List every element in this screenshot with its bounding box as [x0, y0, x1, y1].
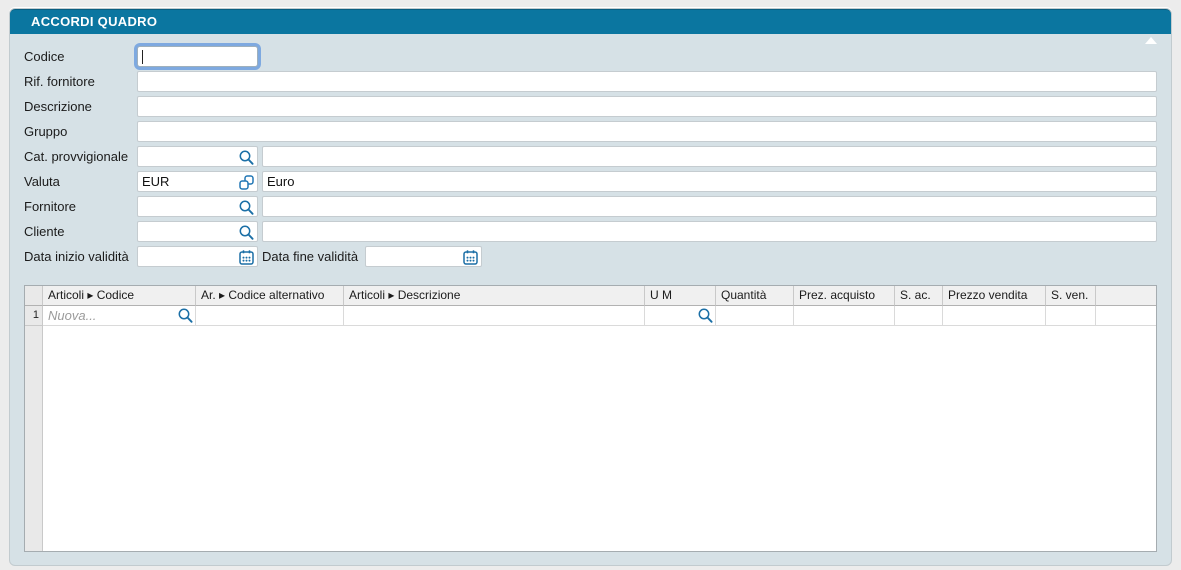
row-gruppo: Gruppo	[24, 121, 1157, 142]
s-ac-input[interactable]	[895, 306, 942, 325]
calendar-icon[interactable]	[238, 249, 255, 266]
data-fine-field[interactable]	[365, 246, 482, 267]
descrizione-field[interactable]	[137, 96, 1157, 117]
search-icon[interactable]	[238, 224, 255, 241]
cell-extra	[1096, 306, 1156, 326]
row-codice: Codice	[24, 46, 1157, 67]
grid-header-articoli-codice[interactable]: Articoli ▸ Codice	[43, 286, 196, 306]
linked-record-icon[interactable]	[238, 174, 255, 191]
cell-s-ac[interactable]	[895, 306, 943, 326]
articoli-descrizione-input[interactable]	[344, 306, 644, 325]
cliente-description-input[interactable]	[263, 222, 1156, 241]
fornitore-label: Fornitore	[24, 199, 137, 214]
row-cliente: Cliente	[24, 221, 1157, 242]
codice-field[interactable]	[137, 46, 258, 67]
gruppo-field[interactable]	[137, 121, 1157, 142]
descrizione-label: Descrizione	[24, 99, 137, 114]
grid-header-s-ven[interactable]: S. ven.	[1046, 286, 1096, 306]
row-valuta: Valuta	[24, 171, 1157, 192]
triangle-glyph	[1145, 22, 1157, 44]
row-number: 1	[25, 306, 43, 326]
grid-header-s-ac[interactable]: S. ac.	[895, 286, 943, 306]
prez-acquisto-input[interactable]	[794, 306, 894, 325]
valuta-field[interactable]	[137, 171, 258, 192]
grid-header-prezzo-vendita[interactable]: Prezzo vendita	[943, 286, 1046, 306]
gruppo-input[interactable]	[138, 122, 1156, 141]
cat-provvigionale-label: Cat. provvigionale	[24, 149, 137, 164]
search-icon[interactable]	[697, 307, 714, 324]
text-caret	[142, 50, 143, 64]
panel-title: ACCORDI QUADRO	[31, 14, 157, 29]
cell-quantita[interactable]	[716, 306, 794, 326]
form-fields: Codice Rif. fornitore Descrizione Gruppo	[24, 46, 1157, 271]
prezzo-vendita-input[interactable]	[943, 306, 1045, 325]
cell-um[interactable]	[645, 306, 716, 326]
grid-body-empty-area[interactable]	[43, 326, 1156, 551]
articoli-grid: Articoli ▸ Codice Ar. ▸ Codice alternati…	[24, 285, 1157, 552]
search-icon[interactable]	[238, 199, 255, 216]
fornitore-description-input[interactable]	[263, 197, 1156, 216]
fornitore-description-field[interactable]	[262, 196, 1157, 217]
s-ven-input[interactable]	[1046, 306, 1095, 325]
cat-provvigionale-description-input[interactable]	[263, 147, 1156, 166]
accordi-quadro-panel: ACCORDI QUADRO Codice Rif. fornitore Des…	[9, 8, 1172, 566]
cat-provvigionale-field[interactable]	[137, 146, 258, 167]
fornitore-field[interactable]	[137, 196, 258, 217]
grid-header-extra	[1096, 286, 1156, 306]
row-descrizione: Descrizione	[24, 96, 1157, 117]
row-cat-provvigionale: Cat. provvigionale	[24, 146, 1157, 167]
panel-header: ACCORDI QUADRO	[10, 9, 1171, 34]
row-fornitore: Fornitore	[24, 196, 1157, 217]
data-inizio-field[interactable]	[137, 246, 258, 267]
cell-codice-alternativo[interactable]	[196, 306, 344, 326]
calendar-icon[interactable]	[462, 249, 479, 266]
search-icon[interactable]	[238, 149, 255, 166]
cell-articoli-descrizione[interactable]	[344, 306, 645, 326]
data-inizio-label: Data inizio validità	[24, 249, 137, 264]
collapse-up-icon[interactable]	[1145, 18, 1159, 28]
grid-header-prez-acquisto[interactable]: Prez. acquisto	[794, 286, 895, 306]
quantita-input[interactable]	[716, 306, 793, 325]
row-rif-fornitore: Rif. fornitore	[24, 71, 1157, 92]
grid-header-um[interactable]: U M	[645, 286, 716, 306]
articoli-codice-input[interactable]	[43, 306, 195, 325]
cell-s-ven[interactable]	[1046, 306, 1096, 326]
cell-prezzo-vendita[interactable]	[943, 306, 1046, 326]
rif-fornitore-input[interactable]	[138, 72, 1156, 91]
cat-provvigionale-description-field[interactable]	[262, 146, 1157, 167]
cliente-field[interactable]	[137, 221, 258, 242]
codice-input[interactable]	[138, 47, 257, 66]
grid-header-gutter	[25, 286, 43, 306]
codice-label: Codice	[24, 49, 137, 64]
rif-fornitore-field[interactable]	[137, 71, 1157, 92]
descrizione-input[interactable]	[138, 97, 1156, 116]
search-icon[interactable]	[177, 307, 194, 324]
cell-prez-acquisto[interactable]	[794, 306, 895, 326]
grid-header-quantita[interactable]: Quantità	[716, 286, 794, 306]
valuta-description-input[interactable]	[263, 172, 1156, 191]
cell-articoli-codice[interactable]	[43, 306, 196, 326]
valuta-description-field[interactable]	[262, 171, 1157, 192]
grid-header-articoli-descrizione[interactable]: Articoli ▸ Descrizione	[344, 286, 645, 306]
grid-gutter-filler	[25, 326, 43, 551]
cliente-label: Cliente	[24, 224, 137, 239]
row-date: Data inizio validità Data fine validità	[24, 246, 1157, 267]
grid-header-codice-alternativo[interactable]: Ar. ▸ Codice alternativo	[196, 286, 344, 306]
gruppo-label: Gruppo	[24, 124, 137, 139]
rif-fornitore-label: Rif. fornitore	[24, 74, 137, 89]
data-fine-label: Data fine validità	[262, 249, 361, 264]
valuta-label: Valuta	[24, 174, 137, 189]
cliente-description-field[interactable]	[262, 221, 1157, 242]
codice-alternativo-input[interactable]	[196, 306, 343, 325]
